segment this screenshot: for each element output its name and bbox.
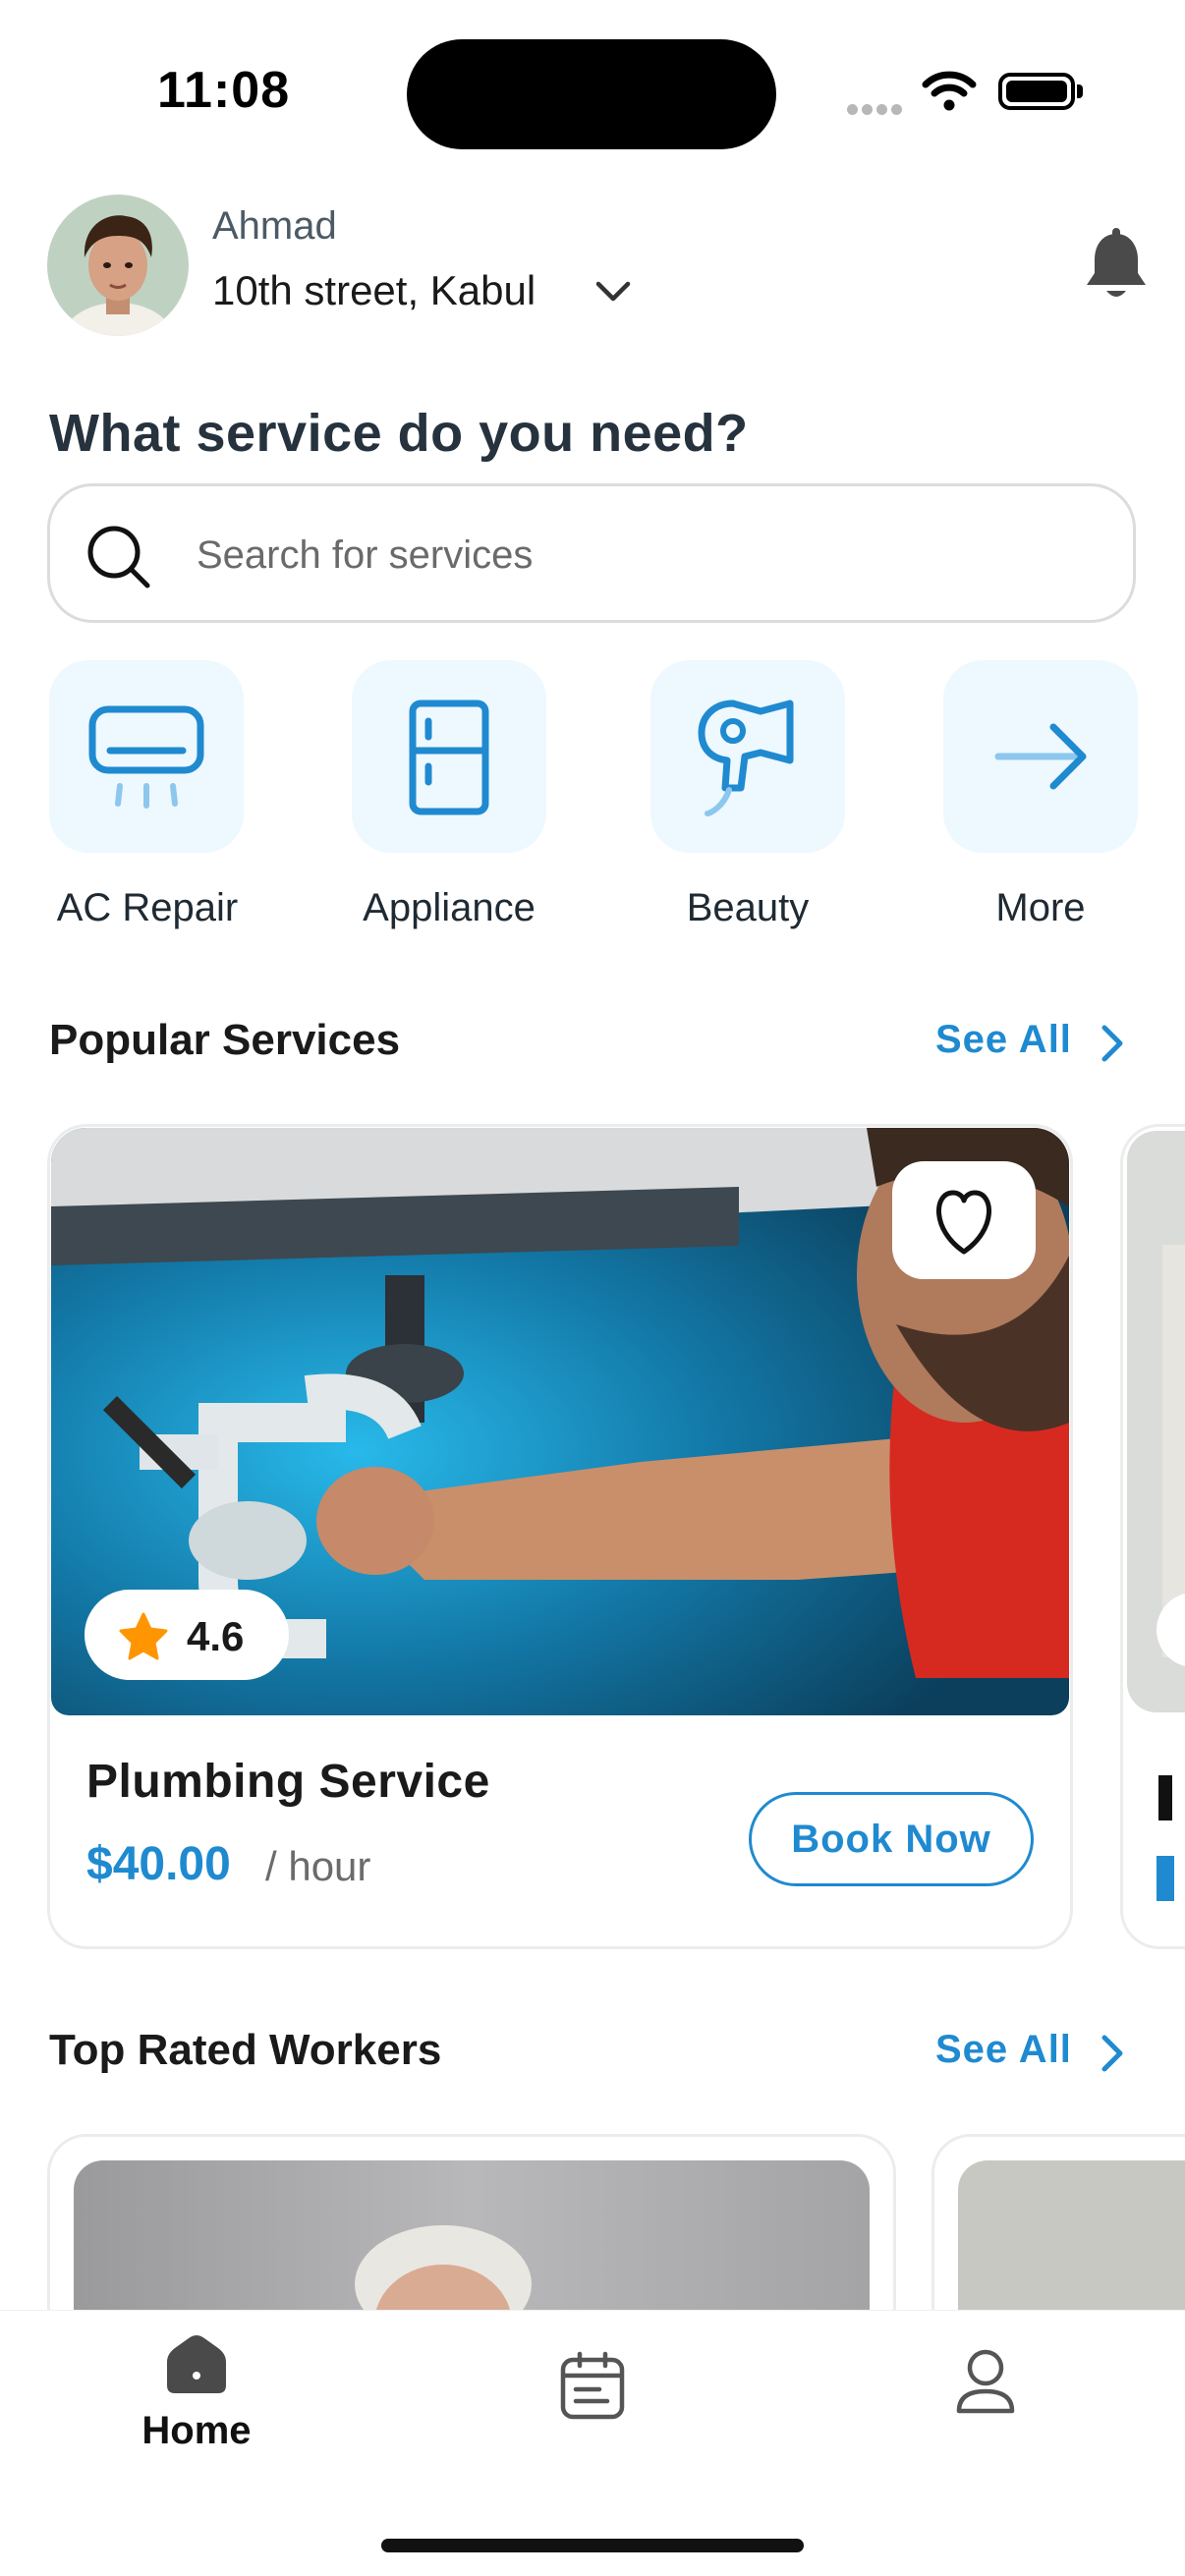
battery-tip bbox=[1077, 84, 1083, 98]
service-name: Plumbing Service bbox=[86, 1756, 490, 1808]
home-indicator bbox=[381, 2539, 804, 2552]
category-label: AC Repair bbox=[56, 886, 239, 929]
heart-icon bbox=[936, 1190, 991, 1255]
fridge-icon bbox=[409, 700, 489, 815]
wifi-icon bbox=[922, 71, 977, 111]
bell-icon[interactable] bbox=[1081, 228, 1152, 307]
category-ac-repair[interactable] bbox=[49, 660, 244, 853]
page-title: What service do you need? bbox=[49, 404, 749, 463]
home-icon[interactable] bbox=[161, 2332, 232, 2397]
calendar-icon[interactable] bbox=[558, 2350, 627, 2421]
signal-icon bbox=[847, 102, 906, 120]
section-title-popular: Popular Services bbox=[49, 1016, 401, 1064]
service-price: $40.00 bbox=[86, 1838, 231, 1890]
location-selector[interactable]: 10th street, Kabul bbox=[212, 267, 536, 314]
favorite-button[interactable] bbox=[892, 1161, 1036, 1279]
chevron-right-icon[interactable] bbox=[1099, 2032, 1126, 2075]
category-label: More bbox=[995, 886, 1086, 929]
book-now-button[interactable]: Book Now bbox=[749, 1792, 1034, 1886]
see-all-popular-link[interactable]: See All bbox=[935, 1018, 1072, 1062]
search-icon bbox=[87, 526, 150, 588]
category-label: Appliance bbox=[363, 886, 536, 929]
dynamic-island bbox=[407, 39, 776, 149]
category-label: Beauty bbox=[686, 886, 810, 929]
rating-value: 4.6 bbox=[187, 1613, 245, 1659]
service-card-next[interactable] bbox=[1120, 1124, 1185, 1949]
status-time: 11:08 bbox=[157, 62, 291, 119]
price-unit: / hour bbox=[265, 1843, 371, 1889]
section-title-workers: Top Rated Workers bbox=[49, 2026, 442, 2074]
search-input[interactable] bbox=[197, 527, 1081, 584]
chevron-down-icon[interactable] bbox=[593, 279, 633, 305]
user-name: Ahmad bbox=[212, 204, 337, 248]
battery-icon bbox=[998, 73, 1075, 110]
category-more[interactable] bbox=[943, 660, 1138, 853]
star-icon bbox=[119, 1612, 168, 1660]
category-appliance[interactable] bbox=[352, 660, 546, 853]
profile-icon[interactable] bbox=[951, 2346, 1020, 2417]
ac-icon bbox=[88, 705, 204, 809]
see-all-workers-link[interactable]: See All bbox=[935, 2028, 1072, 2072]
arrow-right-icon bbox=[994, 723, 1087, 790]
nav-home-label[interactable]: Home bbox=[116, 2409, 277, 2453]
hair-dryer-icon bbox=[698, 700, 794, 816]
avatar[interactable] bbox=[47, 195, 189, 336]
chevron-right-icon[interactable] bbox=[1099, 1022, 1126, 1065]
category-beauty[interactable] bbox=[650, 660, 845, 853]
